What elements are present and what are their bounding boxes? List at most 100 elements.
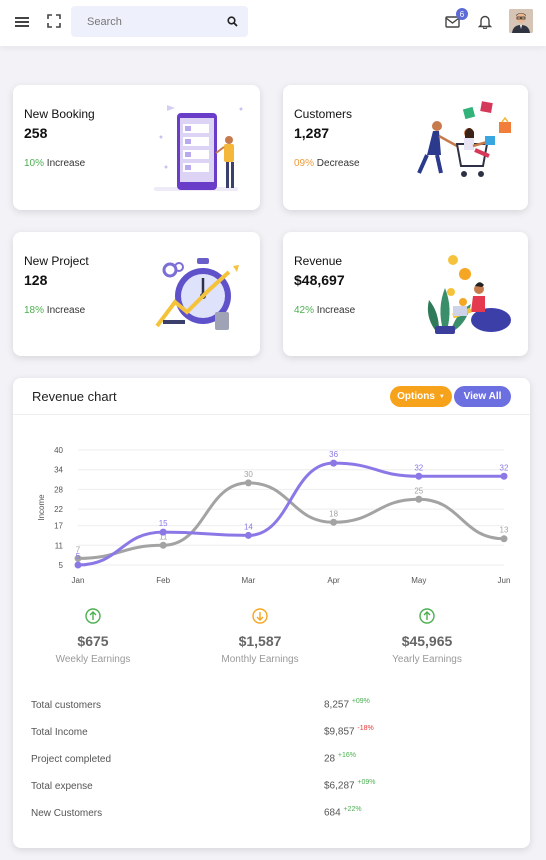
fullscreen-icon[interactable] (46, 13, 62, 29)
x-tick-label: May (411, 576, 426, 585)
menu-icon[interactable] (14, 14, 30, 30)
card-delta: 18% Increase (24, 305, 85, 316)
card-value: 1,287 (294, 125, 330, 141)
revenue-coins-illustration (427, 255, 511, 334)
caret-down-icon: ▼ (438, 393, 445, 400)
arrow-up-circle-icon (85, 608, 101, 624)
arrow-up-circle-icon (419, 608, 435, 624)
arrow-down-circle-icon (252, 608, 268, 624)
top-bar: 6 (0, 0, 546, 46)
series-line (77, 461, 504, 567)
earnings-amount: $675 (77, 633, 109, 649)
card-title: Revenue (294, 254, 343, 268)
stat-label: New Customers (31, 808, 103, 819)
card-title: New Booking (24, 107, 95, 121)
stat-label: Total customers (31, 700, 102, 711)
revenue-card: Revenue $48,697 42% Increase (283, 232, 528, 356)
data-point (159, 528, 167, 536)
data-label: 30 (244, 470, 253, 479)
data-label: 5 (76, 552, 81, 561)
x-tick-label: Jun (498, 576, 511, 585)
data-point (415, 472, 423, 480)
y-tick-label: 34 (54, 466, 63, 475)
data-label: 25 (414, 486, 423, 495)
booking-phone-illustration (154, 105, 243, 191)
card-title: New Project (24, 254, 89, 268)
view-all-button[interactable]: View All (454, 386, 511, 407)
y-tick-label: 11 (55, 541, 64, 550)
card-percent: 18% (24, 305, 45, 316)
chart-title: Revenue chart (32, 389, 117, 404)
card-trend: Increase (316, 305, 356, 316)
options-button[interactable]: Options ▼ (390, 386, 452, 407)
stat-number: 684 (324, 807, 341, 819)
y-tick-label: 40 (54, 446, 63, 455)
revenue-line-chart: 5111722283440Jan Feb Mar Apr May JunIncome711… (37, 446, 511, 585)
data-point (415, 495, 423, 503)
stat-number: 28 (324, 753, 336, 765)
x-tick-label: Jan (72, 576, 85, 585)
yearly-earnings: $45,965 Yearly Earnings (377, 608, 477, 665)
data-point (244, 531, 252, 539)
y-tick-label: 17 (54, 522, 63, 531)
earnings-label: Yearly Earnings (392, 654, 462, 665)
x-tick-label: Feb (156, 576, 170, 585)
avatar[interactable] (509, 9, 533, 33)
data-label: 36 (329, 450, 338, 459)
data-label: 32 (500, 463, 509, 472)
stat-change: +09% (351, 698, 370, 705)
card-delta: 42% Increase (294, 305, 355, 316)
card-delta: 10% Increase (24, 158, 85, 169)
stat-label: Total expense (31, 781, 93, 792)
shopping-cart-illustration (417, 101, 511, 177)
options-label: Options (397, 391, 435, 402)
stat-label: Total Income (31, 727, 88, 738)
card-percent: 10% (24, 158, 45, 169)
card-value: 128 (24, 272, 48, 288)
x-tick-label: Apr (327, 576, 340, 585)
data-point (244, 479, 252, 487)
search-icon[interactable] (227, 16, 238, 27)
card-trend: Increase (46, 158, 86, 169)
stat-value: $6,287 +09% (324, 779, 375, 791)
stat-number: $6,287 (324, 780, 355, 792)
data-label: 14 (244, 522, 253, 531)
y-axis-label: Income (37, 494, 46, 521)
stat-label: Project completed (31, 754, 112, 765)
data-label: 15 (159, 519, 168, 528)
card-value: 258 (24, 125, 48, 141)
earnings-amount: $45,965 (401, 633, 453, 649)
mail-count-badge: 6 (456, 8, 468, 20)
bell-icon[interactable] (477, 13, 493, 29)
data-label: 18 (329, 509, 338, 518)
data-label: 32 (414, 463, 423, 472)
data-point (500, 472, 508, 480)
card-title: Customers (294, 107, 353, 121)
stat-value: 684 +22% (324, 806, 362, 818)
earnings-label: Weekly Earnings (55, 654, 131, 665)
search-box (71, 6, 248, 37)
y-tick-label: 22 (54, 505, 63, 514)
data-point (330, 459, 338, 467)
monthly-earnings: $1,587 Monthly Earnings (210, 608, 310, 665)
y-tick-label: 28 (54, 485, 63, 494)
card-percent: 42% (294, 305, 315, 316)
x-tick-label: Mar (242, 576, 256, 585)
data-label: 13 (500, 526, 509, 535)
data-point (330, 518, 338, 526)
stat-value: $9,857 -18% (324, 725, 374, 737)
data-point (500, 535, 508, 543)
card-trend: Decrease (316, 158, 360, 169)
earnings-amount: $1,587 (238, 633, 282, 649)
new-project-card: New Project 128 18% Increase (13, 232, 260, 356)
earnings-label: Monthly Earnings (221, 654, 299, 665)
stat-number: 8,257 (324, 699, 350, 711)
data-point (74, 561, 82, 569)
series-line (77, 481, 505, 560)
weekly-earnings: $675 Weekly Earnings (43, 608, 143, 665)
stat-number: $9,857 (324, 726, 355, 738)
card-percent: 09% (294, 158, 315, 169)
card-trend: Increase (46, 305, 86, 316)
stat-change: -18% (357, 725, 374, 732)
search-input[interactable] (85, 14, 227, 29)
